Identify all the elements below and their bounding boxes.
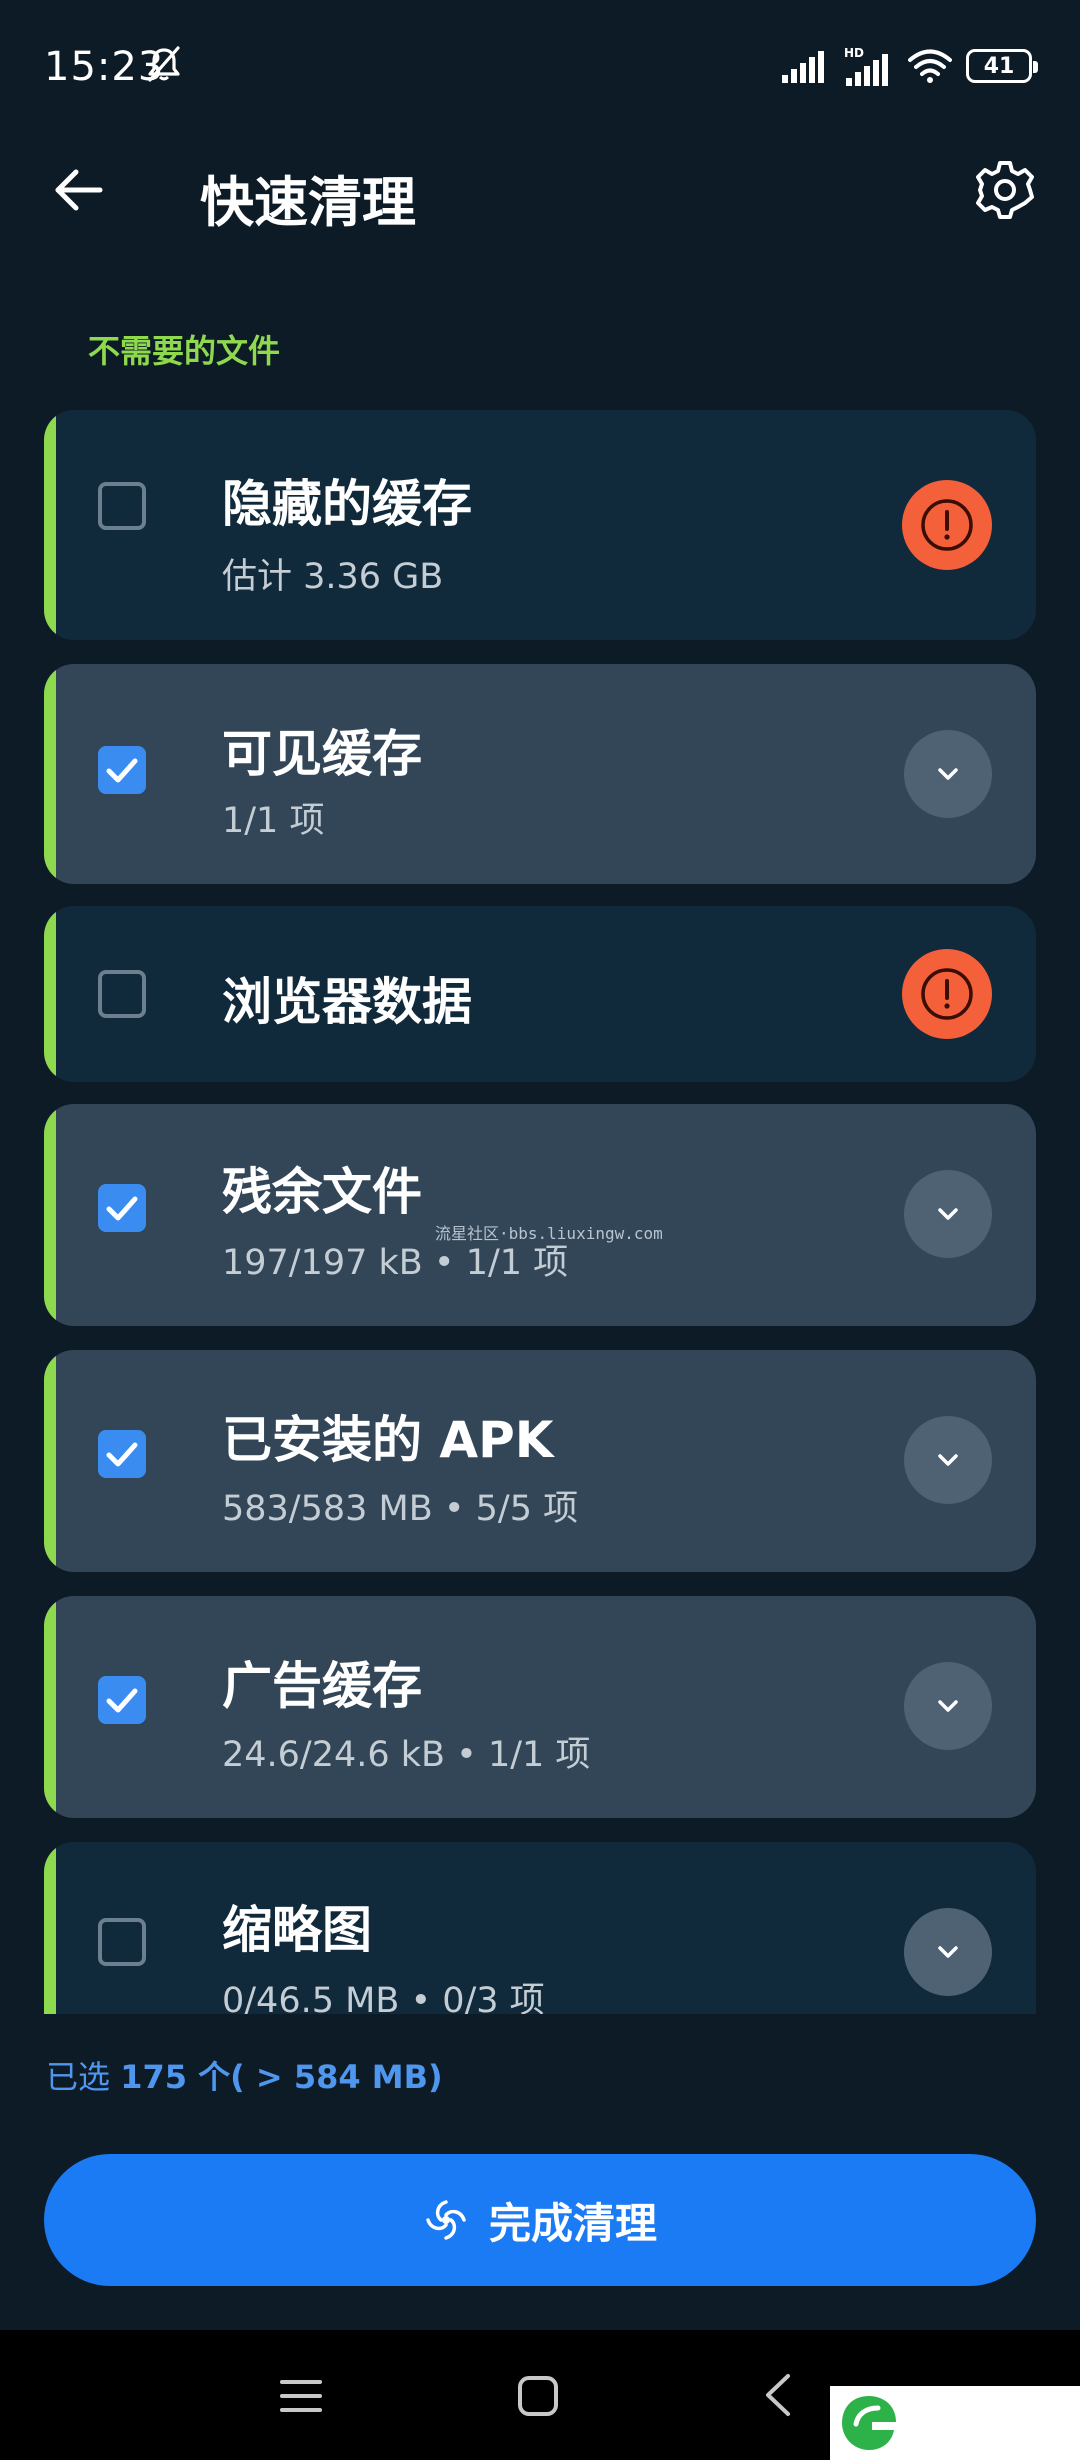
- item-subtitle: 1/1 项: [222, 801, 325, 841]
- selection-summary: 已选 175 个( > 584 MB): [46, 2052, 443, 2098]
- accent-stripe: [44, 664, 56, 884]
- site-logo: [830, 2386, 1080, 2460]
- expand-button[interactable]: [904, 1416, 992, 1504]
- bell-off-icon: [148, 46, 180, 82]
- section-label: 不需要的文件: [88, 332, 281, 370]
- accent-stripe: [44, 1596, 56, 1818]
- item-title: 可见缓存: [222, 725, 422, 783]
- chevron-down-icon: [938, 768, 958, 780]
- list-item-visible-cache[interactable]: 可见缓存 1/1 项: [44, 664, 1036, 884]
- checkbox[interactable]: [98, 1184, 146, 1232]
- gear-icon[interactable]: [970, 155, 1040, 225]
- checkmark-icon: [106, 1196, 138, 1221]
- item-subtitle: 24.6/24.6 kB • 1/1 项: [222, 1735, 591, 1775]
- back-arrow-icon[interactable]: [50, 162, 106, 218]
- item-subtitle: 估计 3.36 GB: [222, 557, 444, 597]
- recents-menu-icon[interactable]: [278, 2376, 324, 2416]
- svg-text:HD: HD: [844, 46, 864, 60]
- list-item-thumbnails[interactable]: 缩略图 0/46.5 MB • 0/3 项: [44, 1842, 1036, 2014]
- warning-icon[interactable]: [902, 949, 992, 1039]
- expand-button[interactable]: [904, 1908, 992, 1996]
- leaf-logo-icon: [842, 2396, 896, 2450]
- accent-stripe: [44, 410, 56, 640]
- battery-level: 41: [983, 53, 1015, 79]
- checkbox[interactable]: [98, 482, 146, 530]
- status-bar: 15:23 HD 41: [0, 0, 1080, 130]
- checkbox[interactable]: [98, 746, 146, 794]
- list-item-residual-files[interactable]: 残余文件 197/197 kB • 1/1 项: [44, 1104, 1036, 1326]
- item-title: 已安装的 APK: [222, 1411, 554, 1469]
- summary-count: 175: [120, 2058, 187, 2096]
- accent-stripe: [44, 1104, 56, 1326]
- checkmark-icon: [106, 1688, 138, 1713]
- chevron-down-icon: [938, 1454, 958, 1466]
- checkmark-icon: [106, 758, 138, 783]
- checkbox[interactable]: [98, 1430, 146, 1478]
- summary-suffix: 个( > 584 MB): [186, 2058, 443, 2096]
- list-item-ad-cache[interactable]: 广告缓存 24.6/24.6 kB • 1/1 项: [44, 1596, 1036, 1818]
- nav-back-icon[interactable]: [760, 2372, 794, 2418]
- list-item-installed-apk[interactable]: 已安装的 APK 583/583 MB • 5/5 项: [44, 1350, 1036, 1572]
- app-bar: 快速清理: [0, 140, 1080, 240]
- checkmark-icon: [106, 1442, 138, 1467]
- battery-icon: 41: [966, 49, 1038, 83]
- cleanup-list[interactable]: 隐藏的缓存 估计 3.36 GB 可见缓存 1/1 项 浏览器数据 残余文件 1…: [0, 410, 1080, 2014]
- chevron-down-icon: [938, 1946, 958, 1958]
- chevron-down-icon: [938, 1700, 958, 1712]
- accent-stripe: [44, 1350, 56, 1572]
- warning-icon[interactable]: [902, 480, 992, 570]
- page-title: 快速清理: [200, 171, 416, 234]
- checkbox[interactable]: [98, 1918, 146, 1966]
- item-subtitle: 583/583 MB • 5/5 项: [222, 1489, 579, 1529]
- finish-clean-button[interactable]: 完成清理: [44, 2154, 1036, 2286]
- watermark-text: 流星社区·bbs.liuxingw.com: [435, 1224, 663, 1243]
- list-item-browser-data[interactable]: 浏览器数据: [44, 906, 1036, 1082]
- signal-icon: [782, 51, 824, 83]
- status-icons: HD 41: [782, 44, 1038, 88]
- item-title: 残余文件: [222, 1163, 422, 1221]
- summary-prefix: 已选: [46, 2058, 121, 2096]
- expand-button[interactable]: [904, 1170, 992, 1258]
- wifi-icon: [908, 49, 952, 83]
- checkbox[interactable]: [98, 1676, 146, 1724]
- item-title: 浏览器数据: [222, 973, 472, 1031]
- item-subtitle: 0/46.5 MB • 0/3 项: [222, 1981, 545, 2014]
- finish-clean-label: 完成清理: [488, 2198, 657, 2248]
- expand-button[interactable]: [904, 730, 992, 818]
- checkbox[interactable]: [98, 970, 146, 1018]
- chevron-down-icon: [938, 1208, 958, 1220]
- item-title: 广告缓存: [222, 1657, 422, 1715]
- expand-button[interactable]: [904, 1662, 992, 1750]
- home-icon[interactable]: [516, 2374, 560, 2418]
- clean-spark-icon: [426, 2200, 466, 2240]
- item-title: 隐藏的缓存: [222, 475, 472, 533]
- item-title: 缩略图: [222, 1901, 372, 1959]
- list-item-hidden-cache[interactable]: 隐藏的缓存 估计 3.36 GB: [44, 410, 1036, 640]
- accent-stripe: [44, 906, 56, 1082]
- signal-hd-icon: HD: [844, 46, 888, 86]
- accent-stripe: [44, 1842, 56, 2014]
